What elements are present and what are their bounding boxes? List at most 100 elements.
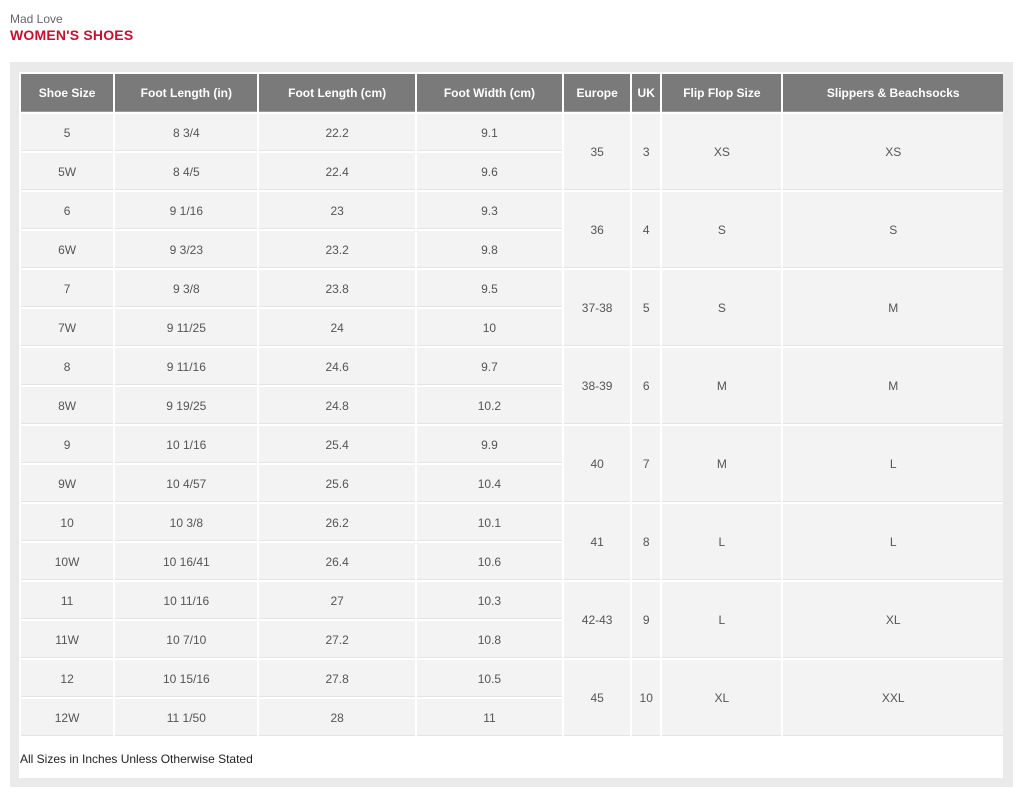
table-row: 10 10 3/8 26.2 10.1 41 8 L L xyxy=(21,504,1003,580)
foot-length-cm-cell: 24 xyxy=(259,309,415,346)
uk-cell: 10 xyxy=(632,660,661,736)
section-title: WOMEN'S SHOES xyxy=(10,27,134,43)
uk-cell: 8 xyxy=(632,504,661,580)
europe-cell: 40 xyxy=(564,426,631,502)
shoe-size-cell: 12W xyxy=(21,699,114,736)
slippers-size-cell: L xyxy=(783,504,1003,580)
header-foot-width-cm: Foot Width (cm) xyxy=(416,74,563,112)
header-uk: UK xyxy=(632,74,661,112)
header-foot-length-cm: Foot Length (cm) xyxy=(259,74,415,112)
header-slippers-beachsocks: Slippers & Beachsocks xyxy=(783,74,1003,112)
flip-flop-size-cell: M xyxy=(662,426,782,502)
foot-length-in-cell: 10 1/16 xyxy=(115,426,258,463)
table-row: 5 8 3/4 22.2 9.1 35 3 XS XS xyxy=(21,114,1003,190)
shoe-size-cell: 9 xyxy=(21,426,114,463)
foot-length-cm-cell: 25.4 xyxy=(259,426,415,463)
shoe-size-cell: 11W xyxy=(21,621,114,658)
foot-width-cm-cell: 9.3 xyxy=(416,192,563,229)
foot-width-cm-cell: 10.3 xyxy=(416,582,563,619)
foot-width-cm-cell: 10.5 xyxy=(416,660,563,697)
shoe-size-cell: 7 xyxy=(21,270,114,307)
foot-length-in-cell: 8 3/4 xyxy=(115,114,258,151)
shoe-size-cell: 11 xyxy=(21,582,114,619)
foot-length-in-cell: 10 3/8 xyxy=(115,504,258,541)
foot-length-cm-cell: 22.4 xyxy=(259,153,415,190)
uk-cell: 3 xyxy=(632,114,661,190)
flip-flop-size-cell: L xyxy=(662,582,782,658)
foot-length-in-cell: 10 7/10 xyxy=(115,621,258,658)
header-flip-flop-size: Flip Flop Size xyxy=(662,74,782,112)
header-shoe-size: Shoe Size xyxy=(21,74,114,112)
foot-length-cm-cell: 23 xyxy=(259,192,415,229)
foot-width-cm-cell: 10.4 xyxy=(416,465,563,502)
size-chart-panel: Shoe Size Foot Length (in) Foot Length (… xyxy=(10,62,1013,787)
foot-width-cm-cell: 9.8 xyxy=(416,231,563,268)
foot-length-in-cell: 10 15/16 xyxy=(115,660,258,697)
foot-length-in-cell: 10 4/57 xyxy=(115,465,258,502)
table-row: 7 9 3/8 23.8 9.5 37-38 5 S M xyxy=(21,270,1003,346)
uk-cell: 5 xyxy=(632,270,661,346)
foot-length-cm-cell: 22.2 xyxy=(259,114,415,151)
foot-width-cm-cell: 10 xyxy=(416,309,563,346)
shoe-size-cell: 9W xyxy=(21,465,114,502)
foot-length-cm-cell: 23.2 xyxy=(259,231,415,268)
uk-cell: 7 xyxy=(632,426,661,502)
footnote: All Sizes in Inches Unless Otherwise Sta… xyxy=(20,752,253,766)
flip-flop-size-cell: S xyxy=(662,270,782,346)
flip-flop-size-cell: XS xyxy=(662,114,782,190)
slippers-size-cell: S xyxy=(783,192,1003,268)
foot-length-in-cell: 9 3/23 xyxy=(115,231,258,268)
foot-length-cm-cell: 27.2 xyxy=(259,621,415,658)
europe-cell: 37-38 xyxy=(564,270,631,346)
foot-width-cm-cell: 10.6 xyxy=(416,543,563,580)
europe-cell: 45 xyxy=(564,660,631,736)
foot-length-in-cell: 9 19/25 xyxy=(115,387,258,424)
flip-flop-size-cell: L xyxy=(662,504,782,580)
foot-width-cm-cell: 9.7 xyxy=(416,348,563,385)
foot-length-cm-cell: 23.8 xyxy=(259,270,415,307)
table-row: 11 10 11/16 27 10.3 42-43 9 L XL xyxy=(21,582,1003,658)
foot-length-in-cell: 9 3/8 xyxy=(115,270,258,307)
foot-length-cm-cell: 27 xyxy=(259,582,415,619)
foot-length-cm-cell: 28 xyxy=(259,699,415,736)
foot-length-in-cell: 9 1/16 xyxy=(115,192,258,229)
foot-width-cm-cell: 9.6 xyxy=(416,153,563,190)
shoe-size-cell: 6W xyxy=(21,231,114,268)
flip-flop-size-cell: XL xyxy=(662,660,782,736)
foot-length-in-cell: 10 16/41 xyxy=(115,543,258,580)
table-row: 6 9 1/16 23 9.3 36 4 S S xyxy=(21,192,1003,268)
slippers-size-cell: L xyxy=(783,426,1003,502)
flip-flop-size-cell: S xyxy=(662,192,782,268)
shoe-size-cell: 8 xyxy=(21,348,114,385)
shoe-size-cell: 6 xyxy=(21,192,114,229)
foot-length-cm-cell: 26.4 xyxy=(259,543,415,580)
foot-length-cm-cell: 24.8 xyxy=(259,387,415,424)
europe-cell: 42-43 xyxy=(564,582,631,658)
shoe-size-cell: 5 xyxy=(21,114,114,151)
shoe-size-cell: 7W xyxy=(21,309,114,346)
foot-length-cm-cell: 25.6 xyxy=(259,465,415,502)
shoe-size-cell: 10W xyxy=(21,543,114,580)
foot-length-in-cell: 11 1/50 xyxy=(115,699,258,736)
shoe-size-cell: 10 xyxy=(21,504,114,541)
foot-width-cm-cell: 10.8 xyxy=(416,621,563,658)
slippers-size-cell: M xyxy=(783,270,1003,346)
foot-length-cm-cell: 26.2 xyxy=(259,504,415,541)
table-row: 12 10 15/16 27.8 10.5 45 10 XL XXL xyxy=(21,660,1003,736)
foot-width-cm-cell: 11 xyxy=(416,699,563,736)
slippers-size-cell: XXL xyxy=(783,660,1003,736)
foot-length-in-cell: 8 4/5 xyxy=(115,153,258,190)
header-row: Shoe Size Foot Length (in) Foot Length (… xyxy=(21,74,1003,112)
header-foot-length-in: Foot Length (in) xyxy=(115,74,258,112)
shoe-size-cell: 8W xyxy=(21,387,114,424)
europe-cell: 38-39 xyxy=(564,348,631,424)
foot-width-cm-cell: 10.2 xyxy=(416,387,563,424)
foot-length-cm-cell: 24.6 xyxy=(259,348,415,385)
foot-width-cm-cell: 10.1 xyxy=(416,504,563,541)
slippers-size-cell: M xyxy=(783,348,1003,424)
size-chart-table: Shoe Size Foot Length (in) Foot Length (… xyxy=(19,72,1005,738)
europe-cell: 41 xyxy=(564,504,631,580)
size-chart-inner: Shoe Size Foot Length (in) Foot Length (… xyxy=(19,72,1003,778)
uk-cell: 6 xyxy=(632,348,661,424)
foot-length-in-cell: 9 11/16 xyxy=(115,348,258,385)
